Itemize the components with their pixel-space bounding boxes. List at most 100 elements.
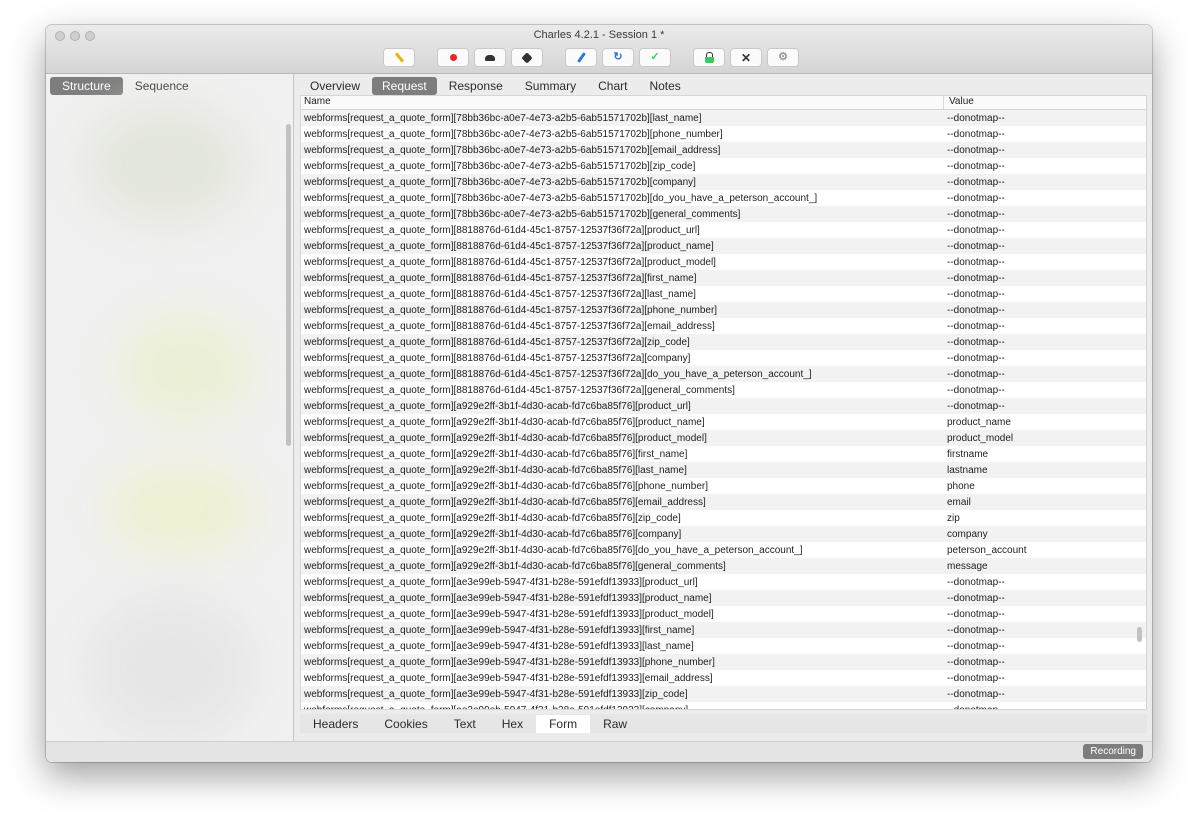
table-row[interactable]: webforms[request_a_quote_form][8818876d-… bbox=[301, 286, 1146, 302]
column-header-value[interactable]: Value bbox=[944, 96, 1146, 109]
cell-name: webforms[request_a_quote_form][ae3e99eb-… bbox=[304, 592, 712, 604]
table-row[interactable]: webforms[request_a_quote_form][a929e2ff-… bbox=[301, 414, 1146, 430]
sidebar: Structure Sequence bbox=[46, 74, 294, 762]
table-row[interactable]: webforms[request_a_quote_form][78bb36bc-… bbox=[301, 174, 1146, 190]
table-row[interactable]: webforms[request_a_quote_form][8818876d-… bbox=[301, 270, 1146, 286]
table-row[interactable]: webforms[request_a_quote_form][8818876d-… bbox=[301, 238, 1146, 254]
settings-button[interactable]: ⚙ bbox=[767, 48, 799, 67]
tab-raw[interactable]: Raw bbox=[590, 715, 640, 733]
table-row[interactable]: webforms[request_a_quote_form][a929e2ff-… bbox=[301, 510, 1146, 526]
cell-name: webforms[request_a_quote_form][8818876d-… bbox=[304, 320, 715, 332]
table-row[interactable]: webforms[request_a_quote_form][8818876d-… bbox=[301, 254, 1146, 270]
sidebar-scrollbar[interactable] bbox=[286, 124, 291, 446]
cell-name: webforms[request_a_quote_form][a929e2ff-… bbox=[304, 448, 688, 460]
cell-name: webforms[request_a_quote_form][8818876d-… bbox=[304, 256, 716, 268]
cell-name: webforms[request_a_quote_form][8818876d-… bbox=[304, 384, 735, 396]
table-row[interactable]: webforms[request_a_quote_form][ae3e99eb-… bbox=[301, 638, 1146, 654]
table-row[interactable]: webforms[request_a_quote_form][8818876d-… bbox=[301, 222, 1146, 238]
table-row[interactable]: webforms[request_a_quote_form][ae3e99eb-… bbox=[301, 670, 1146, 686]
tab-hex[interactable]: Hex bbox=[489, 715, 536, 733]
cell-value: --donotmap-- bbox=[947, 400, 1005, 412]
table-row[interactable]: webforms[request_a_quote_form][ae3e99eb-… bbox=[301, 574, 1146, 590]
table-row[interactable]: webforms[request_a_quote_form][ae3e99eb-… bbox=[301, 590, 1146, 606]
table-row[interactable]: webforms[request_a_quote_form][ae3e99eb-… bbox=[301, 702, 1146, 710]
table-row[interactable]: webforms[request_a_quote_form][8818876d-… bbox=[301, 318, 1146, 334]
record-button[interactable] bbox=[437, 48, 469, 67]
table-row[interactable]: webforms[request_a_quote_form][a929e2ff-… bbox=[301, 542, 1146, 558]
tab-chart[interactable]: Chart bbox=[588, 77, 637, 95]
cell-name: webforms[request_a_quote_form][ae3e99eb-… bbox=[304, 688, 688, 700]
cell-value: --donotmap-- bbox=[947, 368, 1005, 380]
table-row[interactable]: webforms[request_a_quote_form][a929e2ff-… bbox=[301, 398, 1146, 414]
table-row[interactable]: webforms[request_a_quote_form][78bb36bc-… bbox=[301, 126, 1146, 142]
repeat-button[interactable]: ↻ bbox=[602, 48, 634, 67]
table-row[interactable]: webforms[request_a_quote_form][8818876d-… bbox=[301, 350, 1146, 366]
table-row[interactable]: webforms[request_a_quote_form][a929e2ff-… bbox=[301, 430, 1146, 446]
cell-value: --donotmap-- bbox=[947, 160, 1005, 172]
recording-badge[interactable]: Recording bbox=[1083, 744, 1143, 759]
table-row[interactable]: webforms[request_a_quote_form][8818876d-… bbox=[301, 382, 1146, 398]
table-body: webforms[request_a_quote_form][78bb36bc-… bbox=[301, 110, 1146, 710]
cell-value: email bbox=[947, 496, 971, 508]
basket-button[interactable] bbox=[693, 48, 725, 67]
throttle-button[interactable] bbox=[474, 48, 506, 67]
cell-name: webforms[request_a_quote_form][8818876d-… bbox=[304, 272, 697, 284]
tab-form[interactable]: Form bbox=[536, 714, 591, 733]
cell-value: --donotmap-- bbox=[947, 640, 1005, 652]
sidebar-tabs: Structure Sequence bbox=[50, 77, 201, 95]
table-row[interactable]: webforms[request_a_quote_form][a929e2ff-… bbox=[301, 478, 1146, 494]
table-row[interactable]: webforms[request_a_quote_form][a929e2ff-… bbox=[301, 494, 1146, 510]
cell-name: webforms[request_a_quote_form][8818876d-… bbox=[304, 240, 714, 252]
table-scrollbar[interactable] bbox=[1137, 627, 1142, 642]
table-row[interactable]: webforms[request_a_quote_form][ae3e99eb-… bbox=[301, 686, 1146, 702]
table-row[interactable]: webforms[request_a_quote_form][78bb36bc-… bbox=[301, 206, 1146, 222]
cell-name: webforms[request_a_quote_form][ae3e99eb-… bbox=[304, 624, 695, 636]
table-row[interactable]: webforms[request_a_quote_form][8818876d-… bbox=[301, 334, 1146, 350]
tab-cookies[interactable]: Cookies bbox=[371, 715, 440, 733]
table-row[interactable]: webforms[request_a_quote_form][8818876d-… bbox=[301, 302, 1146, 318]
cell-name: webforms[request_a_quote_form][a929e2ff-… bbox=[304, 432, 707, 444]
column-header-name[interactable]: Name bbox=[301, 96, 944, 109]
table-row[interactable]: webforms[request_a_quote_form][a929e2ff-… bbox=[301, 462, 1146, 478]
table-row[interactable]: webforms[request_a_quote_form][8818876d-… bbox=[301, 366, 1146, 382]
basket-icon bbox=[704, 51, 714, 63]
cell-value: --donotmap-- bbox=[947, 288, 1005, 300]
breakpoints-button[interactable] bbox=[511, 48, 543, 67]
cell-value: --donotmap-- bbox=[947, 144, 1005, 156]
cell-name: webforms[request_a_quote_form][ae3e99eb-… bbox=[304, 656, 715, 668]
tab-overview[interactable]: Overview bbox=[300, 77, 370, 95]
tab-sequence[interactable]: Sequence bbox=[123, 77, 201, 95]
cell-name: webforms[request_a_quote_form][8818876d-… bbox=[304, 368, 812, 380]
tab-notes[interactable]: Notes bbox=[639, 77, 690, 95]
cell-value: --donotmap-- bbox=[947, 352, 1005, 364]
table-row[interactable]: webforms[request_a_quote_form][a929e2ff-… bbox=[301, 526, 1146, 542]
table-row[interactable]: webforms[request_a_quote_form][ae3e99eb-… bbox=[301, 654, 1146, 670]
tab-structure[interactable]: Structure bbox=[50, 77, 123, 95]
cell-name: webforms[request_a_quote_form][ae3e99eb-… bbox=[304, 608, 714, 620]
cell-name: webforms[request_a_quote_form][8818876d-… bbox=[304, 336, 690, 348]
table-row[interactable]: webforms[request_a_quote_form][78bb36bc-… bbox=[301, 110, 1146, 126]
table-row[interactable]: webforms[request_a_quote_form][78bb36bc-… bbox=[301, 158, 1146, 174]
table-row[interactable]: webforms[request_a_quote_form][a929e2ff-… bbox=[301, 446, 1146, 462]
tools-button[interactable]: ✕ bbox=[730, 48, 762, 67]
tab-headers[interactable]: Headers bbox=[300, 715, 371, 733]
cell-name: webforms[request_a_quote_form][a929e2ff-… bbox=[304, 560, 726, 572]
table-row[interactable]: webforms[request_a_quote_form][78bb36bc-… bbox=[301, 190, 1146, 206]
table-row[interactable]: webforms[request_a_quote_form][ae3e99eb-… bbox=[301, 606, 1146, 622]
clear-session-button[interactable] bbox=[383, 48, 415, 67]
tab-request[interactable]: Request bbox=[372, 77, 437, 95]
table-row[interactable]: webforms[request_a_quote_form][ae3e99eb-… bbox=[301, 622, 1146, 638]
validate-button[interactable]: ✓ bbox=[639, 48, 671, 67]
titlebar: Charles 4.2.1 - Session 1 * ↻ ✓ ✕ ⚙ bbox=[46, 25, 1152, 74]
cell-value: --donotmap-- bbox=[947, 256, 1005, 268]
cell-name: webforms[request_a_quote_form][ae3e99eb-… bbox=[304, 640, 694, 652]
tab-text[interactable]: Text bbox=[441, 715, 489, 733]
record-icon bbox=[449, 54, 457, 61]
settings-icon: ⚙ bbox=[778, 51, 788, 63]
cell-value: --donotmap-- bbox=[947, 576, 1005, 588]
tab-summary[interactable]: Summary bbox=[515, 77, 586, 95]
table-row[interactable]: webforms[request_a_quote_form][78bb36bc-… bbox=[301, 142, 1146, 158]
tab-response[interactable]: Response bbox=[439, 77, 513, 95]
table-row[interactable]: webforms[request_a_quote_form][a929e2ff-… bbox=[301, 558, 1146, 574]
compose-button[interactable] bbox=[565, 48, 597, 67]
